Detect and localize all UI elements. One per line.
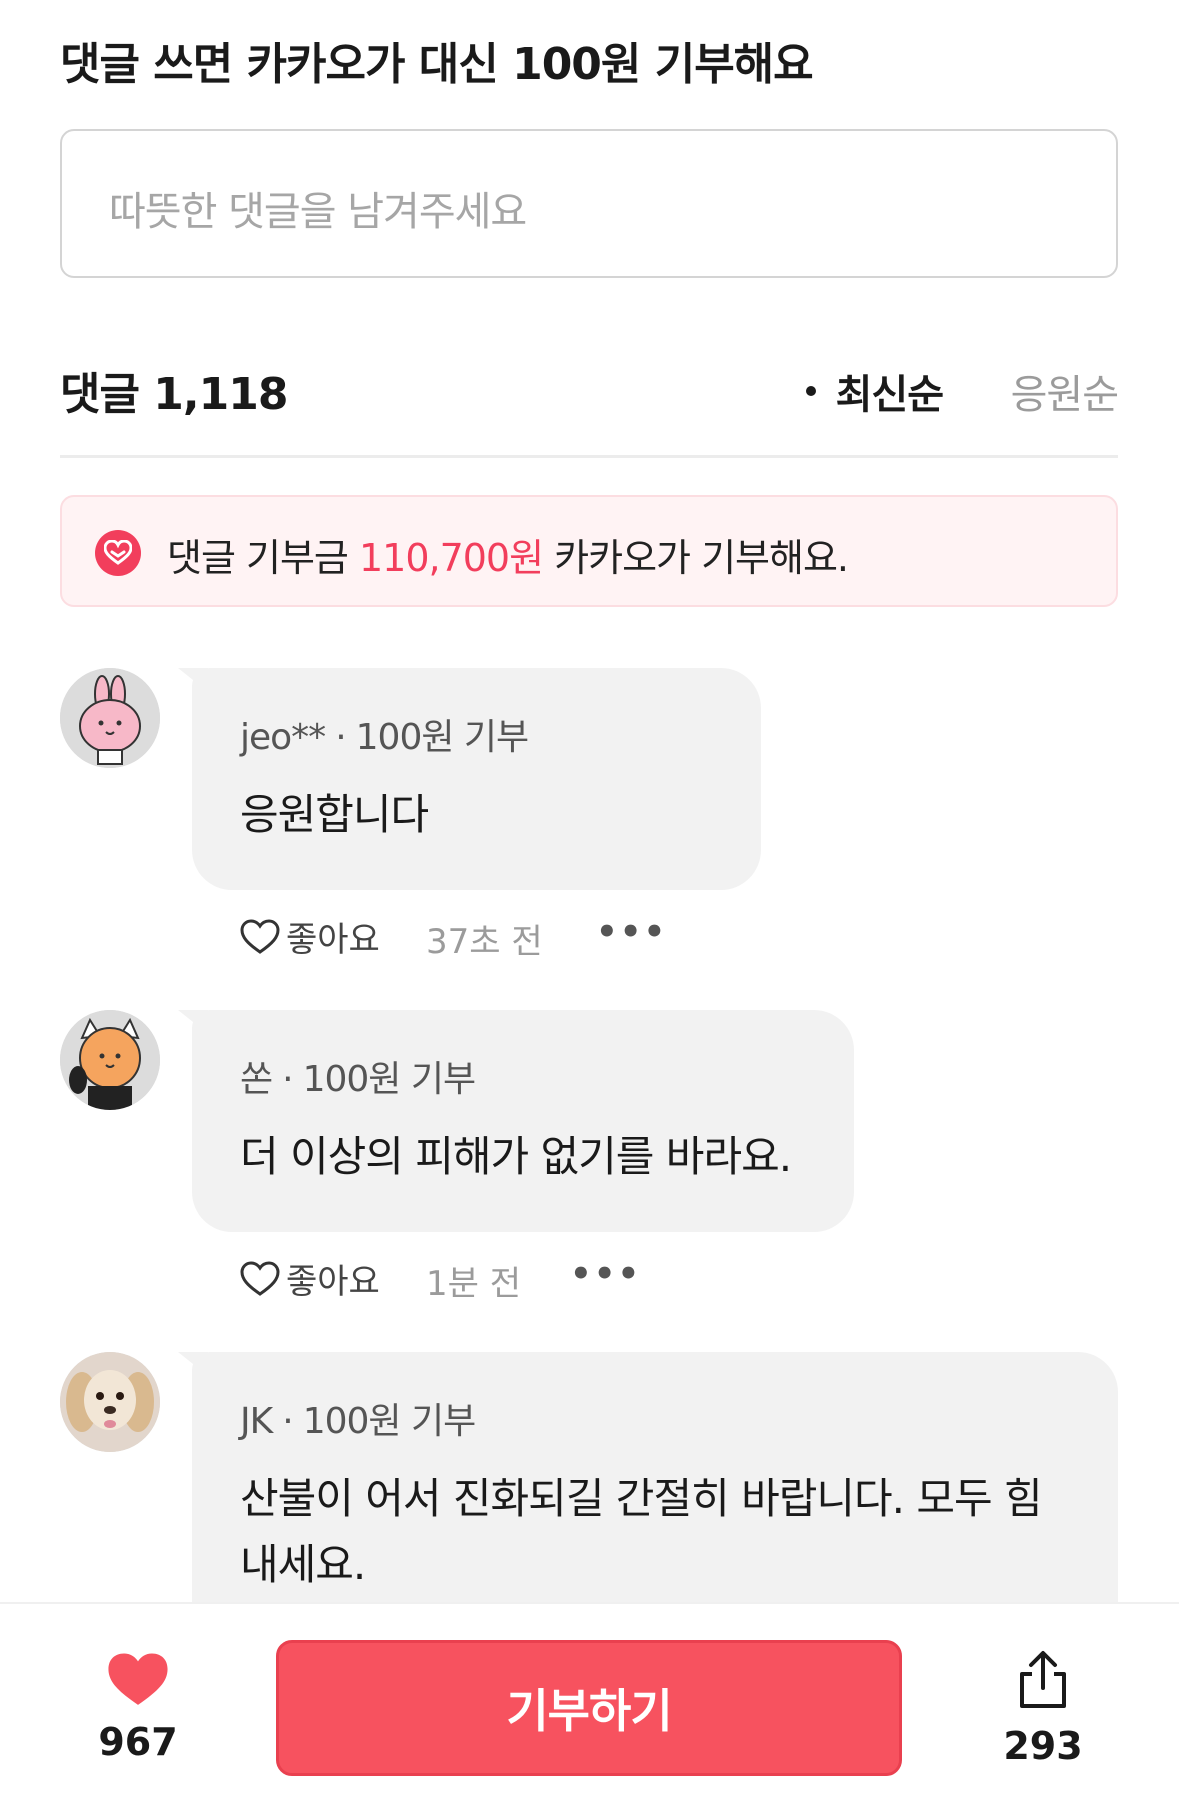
comment-bubble: jeo** · 100원 기부 응원합니다 (192, 668, 761, 890)
avatar[interactable] (60, 668, 160, 768)
comment-author[interactable]: jeo** (240, 717, 326, 758)
comment-text: 응원합니다 (240, 790, 429, 839)
donation-heart-icon (95, 530, 141, 576)
comment-item: 쏜 · 100원 기부 더 이상의 피해가 없기를 바라요. 좋아요 1분 전 ••… (60, 1010, 1118, 1310)
comment-donation: 100원 기부 (302, 1401, 477, 1442)
meta-separator: · (282, 1401, 293, 1442)
more-icon[interactable]: ••• (596, 912, 667, 952)
sort-latest-label: 최신순 (835, 372, 944, 418)
sort-latest-button[interactable]: 최신순 (805, 362, 944, 420)
banner-amount: 110,700원 (358, 536, 544, 580)
divider (60, 455, 1118, 458)
like-button[interactable]: 좋아요 (240, 912, 380, 961)
comment-meta: 쏜 · 100원 기부 (240, 1050, 477, 1102)
comment-meta: JK · 100원 기부 (240, 1392, 477, 1444)
comment-count-title: 댓글 1,118 (60, 369, 288, 420)
heart-outline-icon (240, 918, 280, 954)
banner-prefix: 댓글 기부금 (167, 536, 359, 580)
donation-banner: 댓글 기부금 110,700원 카카오가 기부해요. (60, 495, 1118, 607)
comment-text-line: 내세요. (240, 1540, 366, 1589)
like-label: 좋아요 (286, 920, 380, 960)
heart-outline-icon (240, 1260, 280, 1296)
like-total-button[interactable]: 967 (95, 1652, 181, 1764)
comment-text-line: 산불이 어서 진화되길 간절히 바랍니다. 모두 힘 (240, 1474, 1043, 1523)
donate-button[interactable]: 기부하기 (276, 1640, 902, 1776)
banner-text: 댓글 기부금 110,700원 카카오가 기부해요. (167, 527, 849, 582)
share-button[interactable]: 293 (1000, 1650, 1086, 1768)
comment-time: 37초 전 (426, 922, 543, 962)
comment-item: jeo** · 100원 기부 응원합니다 좋아요 37초 전 ••• (60, 668, 1118, 968)
comment-input-placeholder: 따뜻한 댓글을 남겨주세요 (109, 189, 527, 235)
meta-separator: · (282, 1059, 293, 1100)
selected-dot-icon (805, 386, 816, 396)
comment-input[interactable]: 따뜻한 댓글을 남겨주세요 (60, 129, 1118, 278)
comment-bubble: 쏜 · 100원 기부 더 이상의 피해가 없기를 바라요. (192, 1010, 854, 1232)
comments-header: 댓글 1,118 최신순 응원순 (60, 358, 1119, 420)
meta-separator: · (335, 717, 346, 758)
banner-suffix: 카카오가 기부해요. (543, 536, 849, 580)
like-label: 좋아요 (286, 1262, 380, 1302)
comment-donation: 100원 기부 (355, 717, 530, 758)
share-icon (1020, 1651, 1066, 1708)
comment-text: 더 이상의 피해가 없기를 바라요. (240, 1132, 792, 1181)
bottom-bar: 967 기부하기 293 (0, 1602, 1179, 1812)
avatar[interactable] (60, 1010, 160, 1110)
comment-time: 1분 전 (426, 1264, 521, 1304)
comment-author[interactable]: 쏜 (240, 1059, 273, 1100)
comment-meta: jeo** · 100원 기부 (240, 708, 530, 760)
comment-bubble: JK · 100원 기부 산불이 어서 진화되길 간절히 바랍니다. 모두 힘내세요… (192, 1352, 1118, 1612)
share-count: 293 (1003, 1724, 1083, 1768)
comment-author[interactable]: JK (240, 1401, 273, 1442)
comment-item: JK · 100원 기부 산불이 어서 진화되길 간절히 바랍니다. 모두 힘내세요… (60, 1352, 1118, 1612)
like-count: 967 (98, 1720, 178, 1764)
more-icon[interactable]: ••• (570, 1254, 641, 1294)
heart-icon (108, 1653, 168, 1705)
comment-text: 산불이 어서 진화되길 간절히 바랍니다. 모두 힘내세요. (240, 1466, 1043, 1598)
avatar[interactable] (60, 1352, 160, 1452)
sort-support-button[interactable]: 응원순 (1011, 362, 1119, 420)
like-button[interactable]: 좋아요 (240, 1254, 380, 1303)
page-title: 댓글 쓰면 카카오가 대신 100원 기부해요 (60, 39, 814, 90)
comment-donation: 100원 기부 (302, 1059, 477, 1100)
